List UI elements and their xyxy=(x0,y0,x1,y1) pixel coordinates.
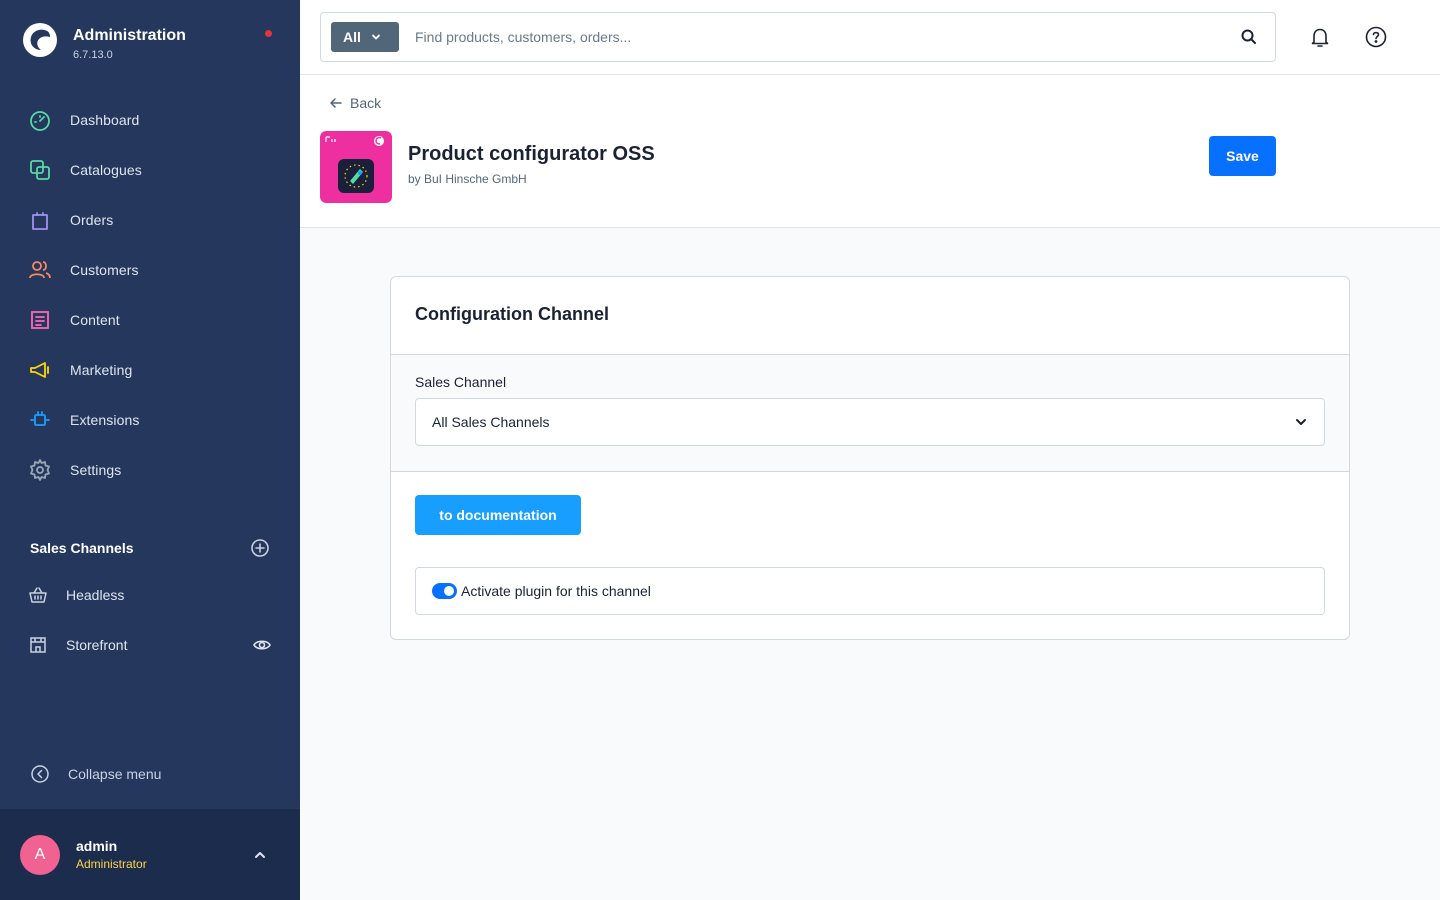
chevron-left-circle-icon xyxy=(31,765,49,783)
chevron-up-icon[interactable] xyxy=(250,845,270,865)
extensions-icon xyxy=(30,411,50,426)
shopware-logo-icon xyxy=(23,23,57,57)
nav-item-marketing[interactable]: Marketing xyxy=(0,345,300,395)
collapse-menu-button[interactable]: Collapse menu xyxy=(30,764,161,784)
plugin-logo-icon xyxy=(320,131,392,203)
user-name: admin xyxy=(76,838,118,854)
app-version: 6.7.13.0 xyxy=(73,49,113,61)
basket-icon xyxy=(29,587,47,603)
nav-label: Marketing xyxy=(70,362,133,378)
divider xyxy=(391,471,1349,472)
sales-channel-value: All Sales Channels xyxy=(432,414,550,430)
content-icon xyxy=(31,311,49,329)
dashboard-icon xyxy=(30,111,50,131)
orders-icon xyxy=(32,212,48,230)
nav-item-catalogues[interactable]: Catalogues xyxy=(0,145,300,195)
search-input[interactable] xyxy=(415,29,1239,45)
search-type-label: All xyxy=(343,29,361,45)
nav-item-orders[interactable]: Orders xyxy=(0,195,300,245)
nav-item-extensions[interactable]: Extensions xyxy=(0,395,300,445)
nav-label: Content xyxy=(70,312,120,328)
search-icon[interactable] xyxy=(1239,27,1259,47)
sales-channel-label: Headless xyxy=(66,587,125,603)
nav-item-content[interactable]: Content xyxy=(0,295,300,345)
sales-channels-header: Sales Channels xyxy=(30,538,270,558)
nav-label: Orders xyxy=(70,212,114,228)
sidebar: Administration 6.7.13.0 Dashboard Catalo… xyxy=(0,0,300,900)
sales-channel-headless[interactable]: Headless xyxy=(0,570,300,620)
activate-plugin-switch[interactable] xyxy=(432,583,457,599)
nav-label: Catalogues xyxy=(70,162,142,178)
sales-channel-select[interactable]: All Sales Channels xyxy=(415,398,1325,446)
notification-dot xyxy=(265,30,272,37)
user-panel[interactable]: A admin Administrator xyxy=(0,809,300,900)
storefront-icon xyxy=(30,637,46,653)
avatar: A xyxy=(20,834,60,875)
add-sales-channel-button[interactable] xyxy=(250,538,270,558)
topbar: All xyxy=(300,0,1440,75)
page-header: Back Product configurator OSS by BuI Hin… xyxy=(300,75,1440,228)
sales-channel-storefront[interactable]: Storefront xyxy=(0,620,300,670)
nav-item-customers[interactable]: Customers xyxy=(0,245,300,295)
documentation-button[interactable]: to documentation xyxy=(415,495,581,535)
sales-channel-label: Sales Channel xyxy=(415,374,507,390)
main-nav: Dashboard Catalogues Orders Customers Co… xyxy=(0,95,300,495)
global-search: All xyxy=(320,12,1276,62)
brand[interactable]: Administration 6.7.13.0 xyxy=(22,22,186,61)
nav-item-settings[interactable]: Settings xyxy=(0,445,300,495)
help-icon[interactable] xyxy=(1364,25,1388,49)
user-role: Administrator xyxy=(76,857,147,871)
customers-icon xyxy=(29,261,51,279)
back-link[interactable]: Back xyxy=(328,95,381,111)
nav-label: Customers xyxy=(70,262,139,278)
plugin-title: Product configurator OSS xyxy=(408,143,655,165)
nav-label: Settings xyxy=(70,462,122,478)
catalogue-icon xyxy=(30,160,50,180)
nav-label: Extensions xyxy=(70,412,140,428)
card-title: Configuration Channel xyxy=(415,304,609,324)
nav-label: Dashboard xyxy=(70,112,140,128)
chevron-down-icon xyxy=(371,34,380,40)
search-type-dropdown[interactable]: All xyxy=(331,22,399,52)
save-button[interactable]: Save xyxy=(1209,136,1276,176)
marketing-icon xyxy=(30,362,49,378)
bell-icon[interactable] xyxy=(1308,25,1332,49)
arrow-left-icon xyxy=(330,98,342,108)
plus-circle-icon xyxy=(251,539,269,557)
activate-plugin-label: Activate plugin for this channel xyxy=(461,583,651,599)
settings-icon xyxy=(30,459,50,481)
app-title: Administration xyxy=(73,27,186,44)
sales-channel-label: Storefront xyxy=(66,637,128,653)
configuration-card: Configuration Channel Sales Channel All … xyxy=(390,276,1350,640)
collapse-menu-label: Collapse menu xyxy=(68,766,162,782)
plugin-vendor: by BuI Hinsche GmbH xyxy=(408,172,527,186)
chevron-down-icon xyxy=(1296,419,1306,425)
activate-plugin-field: Activate plugin for this channel xyxy=(415,567,1325,615)
sales-channels-list: Headless Storefront xyxy=(0,570,300,670)
sales-channels-title: Sales Channels xyxy=(30,540,134,556)
eye-icon[interactable] xyxy=(252,635,272,655)
back-label: Back xyxy=(350,95,382,111)
nav-item-dashboard[interactable]: Dashboard xyxy=(0,95,300,145)
